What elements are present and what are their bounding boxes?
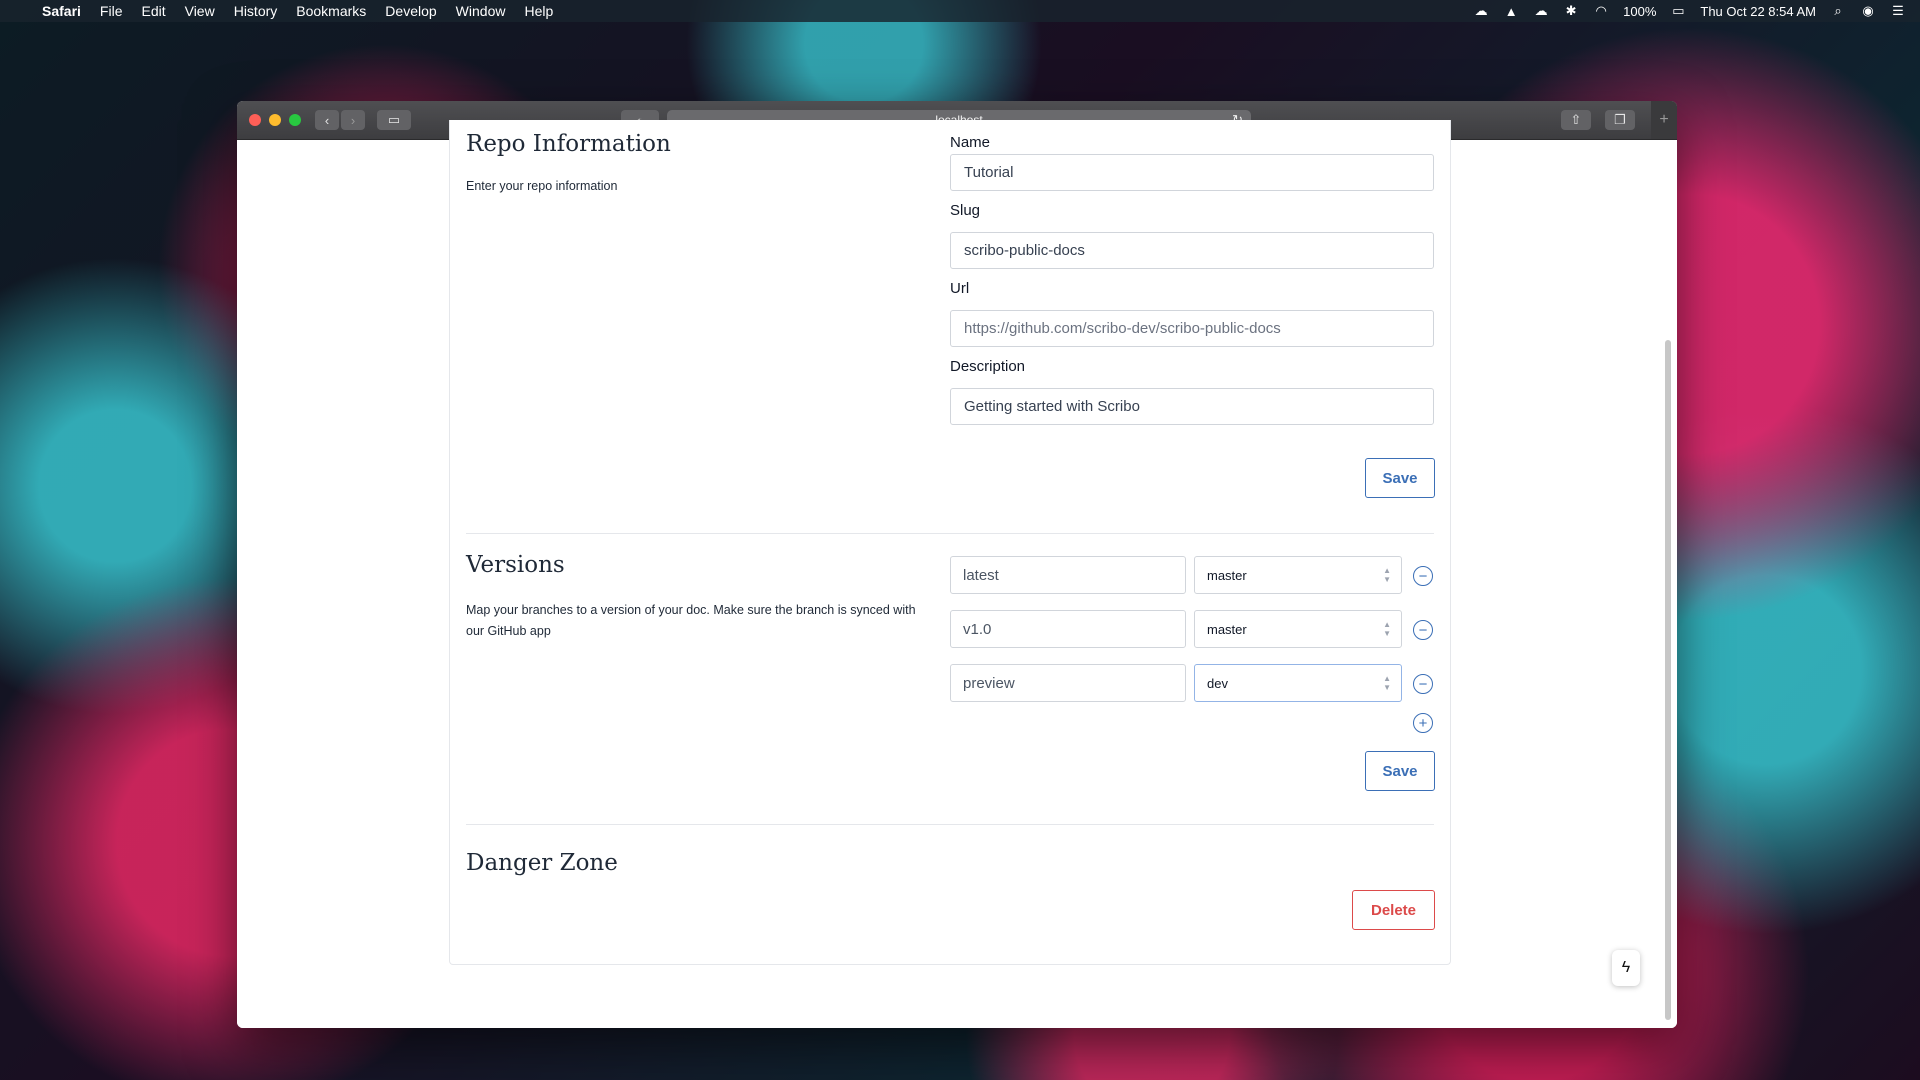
select-arrows-icon: ▲ ▼ bbox=[1383, 620, 1391, 638]
branch-select-value: dev bbox=[1207, 675, 1228, 691]
notification-center-icon[interactable]: ☰ bbox=[1890, 3, 1906, 18]
branch-select[interactable]: master ▲ ▼ bbox=[1194, 610, 1402, 648]
cloud-upload-icon[interactable]: ☁ bbox=[1533, 3, 1549, 18]
drive-icon[interactable]: ▲ bbox=[1503, 4, 1519, 19]
version-name-input[interactable]: preview bbox=[950, 664, 1186, 702]
siri-icon[interactable]: ◉ bbox=[1860, 3, 1876, 18]
select-arrows-icon: ▲ ▼ bbox=[1383, 566, 1391, 584]
versions-description: Map your branches to a version of your d… bbox=[466, 603, 916, 638]
remove-version-icon[interactable]: − bbox=[1413, 674, 1433, 694]
branch-select-value: master bbox=[1207, 567, 1247, 583]
branch-select-value: master bbox=[1207, 621, 1247, 637]
menu-develop[interactable]: Develop bbox=[385, 3, 436, 19]
bluetooth-icon[interactable]: ✱ bbox=[1563, 3, 1579, 18]
window-close-button[interactable] bbox=[249, 114, 261, 126]
lightning-bolt-icon[interactable]: ϟ bbox=[1612, 950, 1640, 986]
back-button[interactable]: ‹ bbox=[315, 110, 339, 130]
version-name-input[interactable]: latest bbox=[950, 556, 1186, 594]
branch-select[interactable]: master ▲ ▼ bbox=[1194, 556, 1402, 594]
name-label: Name bbox=[950, 134, 991, 151]
delete-repo-button[interactable]: Delete bbox=[1352, 890, 1435, 930]
versions-title: Versions bbox=[466, 552, 565, 578]
page-viewport: Repo Information Enter your repo informa… bbox=[237, 120, 1677, 1028]
name-input[interactable]: Tutorial bbox=[950, 154, 1434, 191]
tabs-overview-icon[interactable]: ❐ bbox=[1605, 110, 1635, 130]
safari-window: ‹ › ▭ ◐ localhost ↻ ⇧ ❐ + Repo Informati… bbox=[237, 101, 1677, 1028]
repo-info-description: Enter your repo information bbox=[466, 179, 618, 193]
section-divider bbox=[466, 824, 1434, 825]
macos-menu-bar: Safari File Edit View History Bookmarks … bbox=[0, 0, 1920, 22]
window-maximize-button[interactable] bbox=[289, 114, 301, 126]
forward-button[interactable]: › bbox=[341, 110, 365, 130]
settings-card: Repo Information Enter your repo informa… bbox=[449, 120, 1451, 965]
section-divider bbox=[466, 533, 1434, 534]
slug-label: Slug bbox=[950, 202, 981, 219]
menu-edit[interactable]: Edit bbox=[141, 3, 165, 19]
sidebar-toggle-icon[interactable]: ▭ bbox=[377, 110, 411, 130]
menu-view[interactable]: View bbox=[185, 3, 215, 19]
new-tab-button[interactable]: + bbox=[1651, 101, 1677, 139]
menu-window[interactable]: Window bbox=[456, 3, 506, 19]
description-label: Description bbox=[950, 358, 1026, 375]
share-icon[interactable]: ⇧ bbox=[1561, 110, 1591, 130]
select-arrows-icon: ▲ ▼ bbox=[1383, 674, 1391, 692]
description-input[interactable]: Getting started with Scribo bbox=[950, 388, 1434, 425]
repo-save-button[interactable]: Save bbox=[1365, 458, 1435, 498]
add-version-icon[interactable]: + bbox=[1413, 713, 1433, 733]
repo-info-title: Repo Information bbox=[466, 131, 671, 157]
branch-select[interactable]: dev ▲ ▼ bbox=[1194, 664, 1402, 702]
danger-zone-title: Danger Zone bbox=[466, 850, 618, 876]
menu-app-name[interactable]: Safari bbox=[42, 3, 81, 19]
spotlight-search-icon[interactable]: ⌕ bbox=[1830, 3, 1846, 18]
version-name-input[interactable]: v1.0 bbox=[950, 610, 1186, 648]
url-label: Url bbox=[950, 280, 970, 297]
window-minimize-button[interactable] bbox=[269, 114, 281, 126]
slug-input[interactable]: scribo-public-docs bbox=[950, 232, 1434, 269]
page-scrollbar[interactable] bbox=[1665, 340, 1671, 1020]
battery-percent: 100% bbox=[1623, 3, 1657, 19]
status-app-icon[interactable]: ☁ bbox=[1473, 3, 1489, 18]
menu-file[interactable]: File bbox=[100, 3, 123, 19]
battery-icon[interactable]: ▭ bbox=[1670, 3, 1686, 18]
remove-version-icon[interactable]: − bbox=[1413, 566, 1433, 586]
wifi-icon[interactable]: ◠ bbox=[1593, 3, 1609, 18]
menu-bookmarks[interactable]: Bookmarks bbox=[296, 3, 366, 19]
url-input[interactable]: https://github.com/scribo-dev/scribo-pub… bbox=[950, 310, 1434, 347]
menu-help[interactable]: Help bbox=[524, 3, 553, 19]
menu-history[interactable]: History bbox=[234, 3, 278, 19]
versions-save-button[interactable]: Save bbox=[1365, 751, 1435, 791]
menubar-clock[interactable]: Thu Oct 22 8:54 AM bbox=[1700, 4, 1816, 19]
remove-version-icon[interactable]: − bbox=[1413, 620, 1433, 640]
